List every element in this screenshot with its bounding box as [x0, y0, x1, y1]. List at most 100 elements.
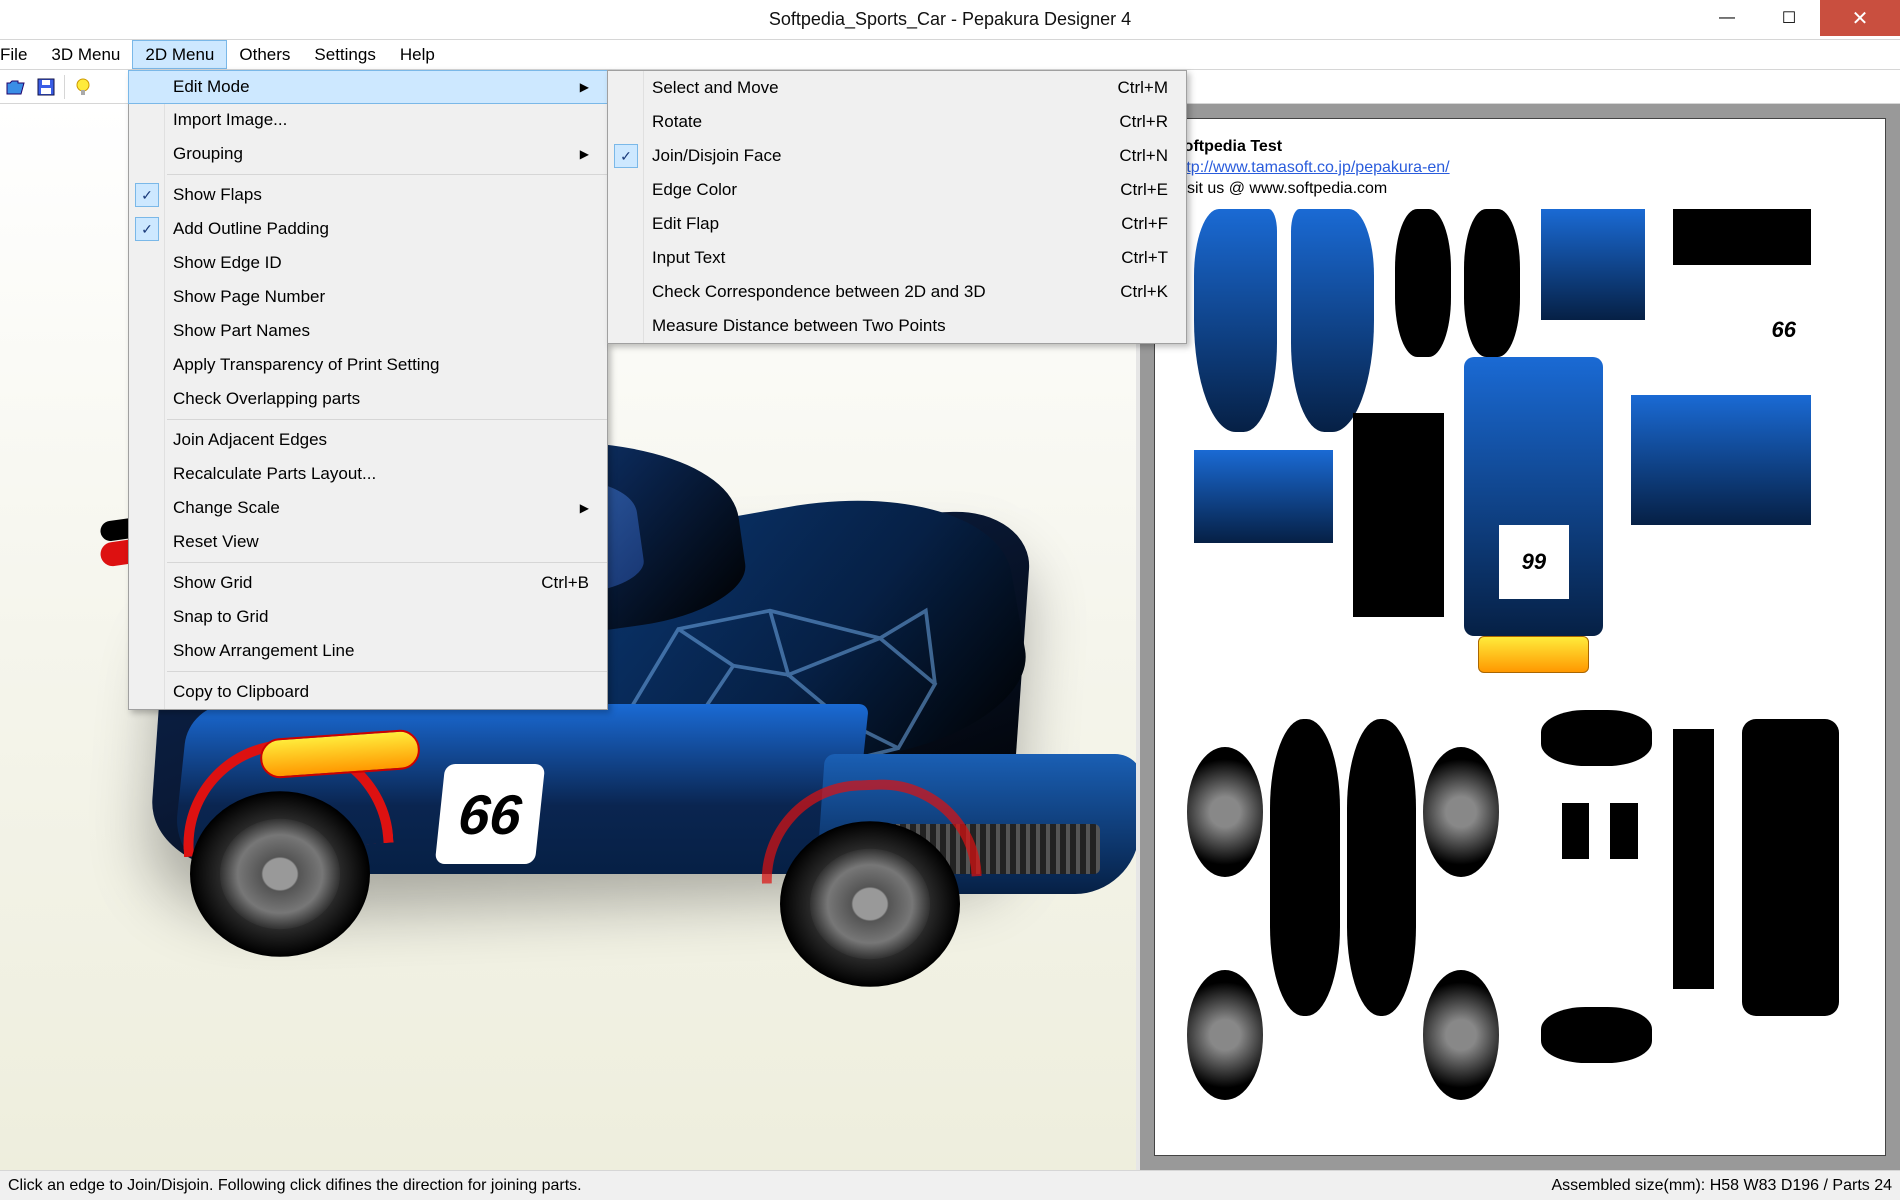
close-button[interactable]: ✕ — [1820, 0, 1900, 36]
menu-2d-dropdown: Edit Mode▶ Import Image... Grouping▶ ✓Sh… — [128, 70, 608, 710]
submenu-item-join-disjoin[interactable]: ✓ Join/Disjoin Face Ctrl+N — [608, 139, 1186, 173]
menu-shortcut: Ctrl+M — [1117, 78, 1168, 98]
window-controls: — ☐ ✕ — [1696, 0, 1900, 39]
menu-item-label: Check Correspondence between 2D and 3D — [652, 282, 986, 302]
menu-item-change-scale[interactable]: Change Scale ▶ — [129, 491, 607, 525]
statusbar: Click an edge to Join/Disjoin. Following… — [0, 1170, 1900, 1200]
part-number-99: 99 — [1499, 525, 1568, 599]
menu-help[interactable]: Help — [388, 40, 447, 69]
part — [1194, 450, 1333, 543]
page-note-link[interactable]: http://www.tamasoft.co.jp/pepakura-en/ — [1173, 159, 1450, 176]
menu-item-show-edge-id[interactable]: Show Edge ID — [129, 246, 607, 280]
submenu-item-edit-flap[interactable]: Edit FlapCtrl+F — [608, 207, 1186, 241]
menu-separator — [167, 174, 607, 175]
part — [1464, 209, 1520, 357]
menu-item-label: Join/Disjoin Face — [652, 146, 781, 166]
menu-item-join-adjacent-edges[interactable]: Join Adjacent Edges — [129, 423, 607, 457]
submenu-arrow-icon: ▶ — [580, 147, 589, 161]
menu-item-grouping[interactable]: Grouping ▶ — [129, 137, 607, 171]
part-number-66: 66 — [1749, 283, 1818, 376]
status-size-info: Assembled size(mm): H58 W83 D196 / Parts… — [1551, 1177, 1892, 1195]
menu-separator — [167, 562, 607, 563]
wheel-rear — [190, 791, 370, 957]
menu-settings[interactable]: Settings — [302, 40, 387, 69]
menu-separator — [167, 419, 607, 420]
window-title: Softpedia_Sports_Car - Pepakura Designer… — [769, 9, 1131, 30]
menu-item-label: Recalculate Parts Layout... — [173, 464, 376, 484]
part-wheel — [1423, 747, 1499, 877]
submenu-item-measure-distance[interactable]: Measure Distance between Two Points — [608, 309, 1186, 343]
menu-item-reset-view[interactable]: Reset View — [129, 525, 607, 559]
menu-item-show-flaps[interactable]: ✓Show Flaps — [129, 178, 607, 212]
open-icon[interactable] — [2, 73, 30, 101]
menu-item-check-overlapping[interactable]: Check Overlapping parts — [129, 382, 607, 416]
menu-item-import-image[interactable]: Import Image... — [129, 103, 607, 137]
menu-item-show-arrangement-line[interactable]: Show Arrangement Line — [129, 634, 607, 668]
part — [1610, 803, 1638, 859]
part — [1541, 710, 1652, 766]
menu-item-copy-to-clipboard[interactable]: Copy to Clipboard — [129, 675, 607, 709]
part — [1194, 209, 1277, 432]
menu-item-edit-mode[interactable]: Edit Mode▶ — [128, 70, 608, 104]
wheel-front — [780, 821, 960, 987]
save-icon[interactable] — [32, 73, 60, 101]
unfold-page[interactable]: Softpedia Test http://www.tamasoft.co.jp… — [1154, 118, 1886, 1156]
door-number-66: 66 — [435, 764, 546, 864]
menu-item-label: Show Flaps — [173, 185, 262, 205]
menu-item-label: Measure Distance between Two Points — [652, 316, 946, 336]
menu-item-label: Snap to Grid — [173, 607, 268, 627]
part — [1742, 719, 1839, 1016]
menu-shortcut: Ctrl+N — [1119, 146, 1168, 166]
menu-file[interactable]: File — [0, 40, 39, 69]
part-logo — [1478, 636, 1589, 673]
check-icon: ✓ — [614, 144, 638, 168]
menu-item-show-grid[interactable]: Show GridCtrl+B — [129, 566, 607, 600]
menu-item-show-page-number[interactable]: Show Page Number — [129, 280, 607, 314]
menu-item-label: Grouping — [173, 144, 243, 164]
menu-item-label: Apply Transparency of Print Setting — [173, 355, 439, 375]
menu-item-label: Add Outline Padding — [173, 219, 329, 239]
part — [1673, 729, 1715, 989]
submenu-item-input-text[interactable]: Input TextCtrl+T — [608, 241, 1186, 275]
menu-shortcut: Ctrl+B — [541, 573, 589, 593]
part — [1541, 209, 1645, 320]
menu-shortcut: Ctrl+K — [1120, 282, 1168, 302]
status-hint: Click an edge to Join/Disjoin. Following… — [8, 1177, 582, 1195]
menu-item-apply-transparency[interactable]: Apply Transparency of Print Setting — [129, 348, 607, 382]
part — [1631, 395, 1811, 525]
maximize-button[interactable]: ☐ — [1758, 0, 1820, 36]
part-spoiler — [1673, 209, 1812, 265]
page-note-line: Softpedia Test — [1173, 137, 1867, 158]
menu-item-snap-to-grid[interactable]: Snap to Grid — [129, 600, 607, 634]
part — [1562, 803, 1590, 859]
menu-item-recalculate-layout[interactable]: Recalculate Parts Layout... — [129, 457, 607, 491]
submenu-edit-mode: Select and MoveCtrl+M RotateCtrl+R ✓ Join… — [607, 70, 1187, 344]
2d-viewport[interactable]: Softpedia Test http://www.tamasoft.co.jp… — [1140, 104, 1900, 1170]
menu-3d-menu[interactable]: 3D Menu — [39, 40, 132, 69]
part — [1291, 209, 1374, 432]
menu-2d-menu[interactable]: 2D Menu — [132, 40, 227, 69]
bulb-icon[interactable] — [69, 73, 97, 101]
menu-others[interactable]: Others — [227, 40, 302, 69]
part — [1270, 719, 1339, 1016]
menu-item-label: Edit Mode — [173, 77, 250, 97]
submenu-arrow-icon: ▶ — [580, 501, 589, 515]
page-notes: Softpedia Test http://www.tamasoft.co.jp… — [1173, 137, 1867, 199]
menu-item-label: Show Part Names — [173, 321, 310, 341]
submenu-item-rotate[interactable]: RotateCtrl+R — [608, 105, 1186, 139]
menu-item-label: Change Scale — [173, 498, 280, 518]
submenu-item-select-move[interactable]: Select and MoveCtrl+M — [608, 71, 1186, 105]
part — [1353, 413, 1443, 617]
menu-shortcut: Ctrl+R — [1119, 112, 1168, 132]
menu-item-show-part-names[interactable]: Show Part Names — [129, 314, 607, 348]
submenu-item-check-correspondence[interactable]: Check Correspondence between 2D and 3D Ct… — [608, 275, 1186, 309]
menu-item-add-outline-padding[interactable]: ✓Add Outline Padding — [129, 212, 607, 246]
minimize-button[interactable]: — — [1696, 0, 1758, 36]
submenu-item-edge-color[interactable]: Edge ColorCtrl+E — [608, 173, 1186, 207]
menu-item-label: Join Adjacent Edges — [173, 430, 327, 450]
unfold-parts: 66 99 — [1173, 209, 1867, 1137]
part-wheel — [1187, 970, 1263, 1100]
menu-shortcut: Ctrl+F — [1121, 214, 1168, 234]
menu-item-label: Show Edge ID — [173, 253, 282, 273]
menu-item-label: Copy to Clipboard — [173, 682, 309, 702]
